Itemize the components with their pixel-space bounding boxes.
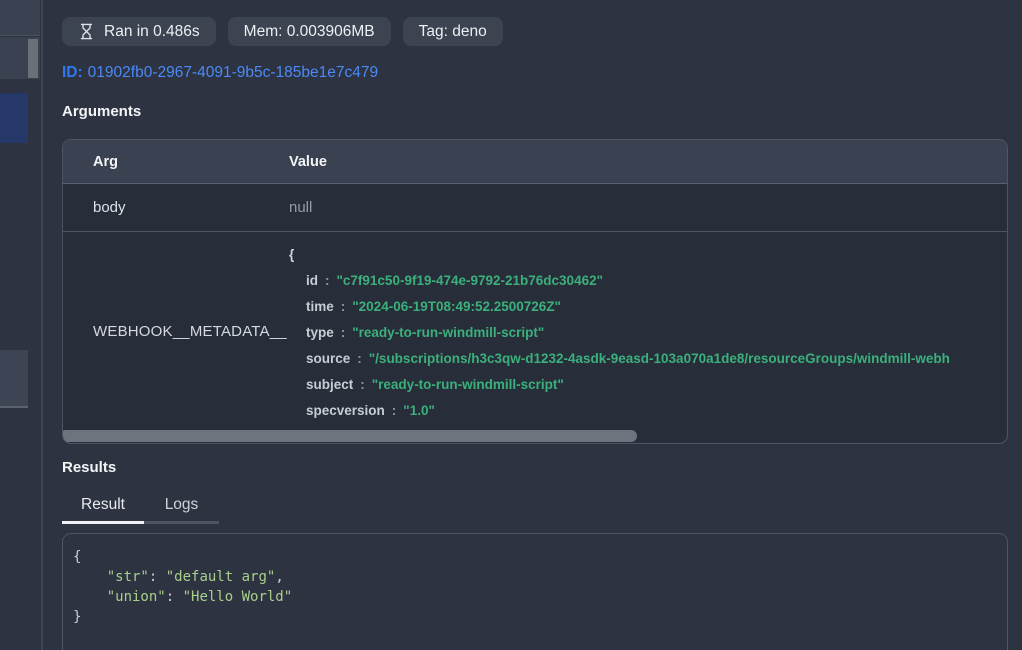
code-line-union: "union": "Hello World" bbox=[73, 587, 997, 607]
horizontal-scrollbar-track[interactable] bbox=[63, 430, 1007, 443]
json-open-brace: { bbox=[289, 242, 1007, 268]
tab-result[interactable]: Result bbox=[62, 493, 144, 524]
json-value: "/subscriptions/h3c3qw-d1232-4asdk-9easd… bbox=[369, 351, 950, 366]
arg-value-body: null bbox=[289, 199, 1007, 216]
code-indent bbox=[73, 589, 107, 605]
job-id-label: ID: bbox=[62, 64, 83, 81]
sidebar-item-partial-lower[interactable] bbox=[0, 350, 28, 408]
json-key: id bbox=[306, 273, 318, 288]
memory-badge: Mem: 0.003906MB bbox=[228, 17, 391, 46]
json-entry-id: id: "c7f91c50-9f19-474e-9792-21b76dc30462… bbox=[306, 268, 1007, 294]
tag-badge-label: Tag: deno bbox=[419, 23, 487, 41]
arguments-table: Arg Value body null WEBHOOK__METADATA__ … bbox=[62, 139, 1008, 444]
duration-badge-label: Ran in 0.486s bbox=[104, 23, 200, 41]
json-colon: : bbox=[325, 273, 330, 288]
arg-name-body: body bbox=[63, 199, 289, 216]
json-colon: : bbox=[360, 377, 365, 392]
table-row: WEBHOOK__METADATA__ { id: "c7f91c50-9f19-… bbox=[63, 232, 1007, 430]
code-colon: : bbox=[166, 589, 183, 605]
code-indent bbox=[73, 569, 107, 585]
code-close-brace: } bbox=[73, 607, 997, 627]
tag-badge: Tag: deno bbox=[403, 17, 503, 46]
code-colon: : bbox=[149, 569, 166, 585]
vertical-scrollbar-thumb[interactable] bbox=[28, 39, 38, 78]
json-colon: : bbox=[392, 403, 397, 418]
arg-name-webhook-metadata: WEBHOOK__METADATA__ bbox=[63, 232, 289, 430]
run-info-badges: Ran in 0.486s Mem: 0.003906MB Tag: deno bbox=[62, 17, 503, 46]
job-id-line: ID: 01902fb0-2967-4091-9b5c-185be1e7c479 bbox=[62, 64, 378, 82]
json-key: type bbox=[306, 325, 334, 340]
json-value: "1.0" bbox=[403, 403, 435, 418]
result-code-block: { "str": "default arg", "union": "Hello … bbox=[62, 533, 1008, 650]
json-key: subject bbox=[306, 377, 353, 392]
code-key: "str" bbox=[107, 569, 149, 585]
sidebar-item-selected[interactable] bbox=[0, 93, 28, 143]
column-header-value: Value bbox=[289, 154, 1007, 170]
json-key: time bbox=[306, 299, 334, 314]
json-entry-time: time: "2024-06-19T08:49:52.2500726Z" bbox=[306, 294, 1007, 320]
code-line-str: "str": "default arg", bbox=[73, 567, 997, 587]
arguments-heading: Arguments bbox=[62, 103, 141, 120]
column-header-arg: Arg bbox=[63, 154, 289, 170]
table-row: body null bbox=[63, 184, 1007, 232]
sidebar-clipped bbox=[0, 0, 42, 650]
json-colon: : bbox=[357, 351, 362, 366]
json-colon: : bbox=[341, 325, 346, 340]
code-value: "Hello World" bbox=[183, 589, 293, 605]
code-open-brace: { bbox=[73, 547, 997, 567]
json-value: "c7f91c50-9f19-474e-9792-21b76dc30462" bbox=[337, 273, 604, 288]
json-entry-type: type: "ready-to-run-windmill-script" bbox=[306, 320, 1007, 346]
duration-badge: Ran in 0.486s bbox=[62, 17, 216, 46]
sidebar-divider bbox=[41, 0, 43, 650]
json-entry-specversion: specversion: "1.0" bbox=[306, 398, 1007, 424]
json-colon: : bbox=[341, 299, 346, 314]
sidebar-item-partial-top[interactable] bbox=[0, 0, 40, 36]
webhook-metadata-json-viewer: { id: "c7f91c50-9f19-474e-9792-21b76dc304… bbox=[289, 232, 1007, 430]
json-entry-subject: subject: "ready-to-run-windmill-script" bbox=[306, 372, 1007, 398]
json-entry-source: source: "/subscriptions/h3c3qw-d1232-4asd… bbox=[306, 346, 1007, 372]
json-value: "2024-06-19T08:49:52.2500726Z" bbox=[352, 299, 561, 314]
memory-badge-label: Mem: 0.003906MB bbox=[244, 23, 375, 41]
code-value: "default arg" bbox=[166, 569, 276, 585]
json-key: specversion bbox=[306, 403, 385, 418]
json-key: source bbox=[306, 351, 350, 366]
json-value: "ready-to-run-windmill-script" bbox=[352, 325, 544, 340]
job-run-detail-screen: Ran in 0.486s Mem: 0.003906MB Tag: deno … bbox=[0, 0, 1022, 650]
hourglass-icon bbox=[78, 23, 95, 40]
results-tabs: Result Logs bbox=[62, 493, 219, 524]
job-id-value[interactable]: 01902fb0-2967-4091-9b5c-185be1e7c479 bbox=[88, 64, 378, 81]
arguments-table-header: Arg Value bbox=[63, 140, 1007, 184]
tab-logs[interactable]: Logs bbox=[144, 493, 219, 524]
code-comma: , bbox=[275, 569, 283, 585]
results-heading: Results bbox=[62, 459, 116, 476]
code-key: "union" bbox=[107, 589, 166, 605]
horizontal-scrollbar-thumb[interactable] bbox=[63, 430, 637, 442]
json-value: "ready-to-run-windmill-script" bbox=[372, 377, 564, 392]
